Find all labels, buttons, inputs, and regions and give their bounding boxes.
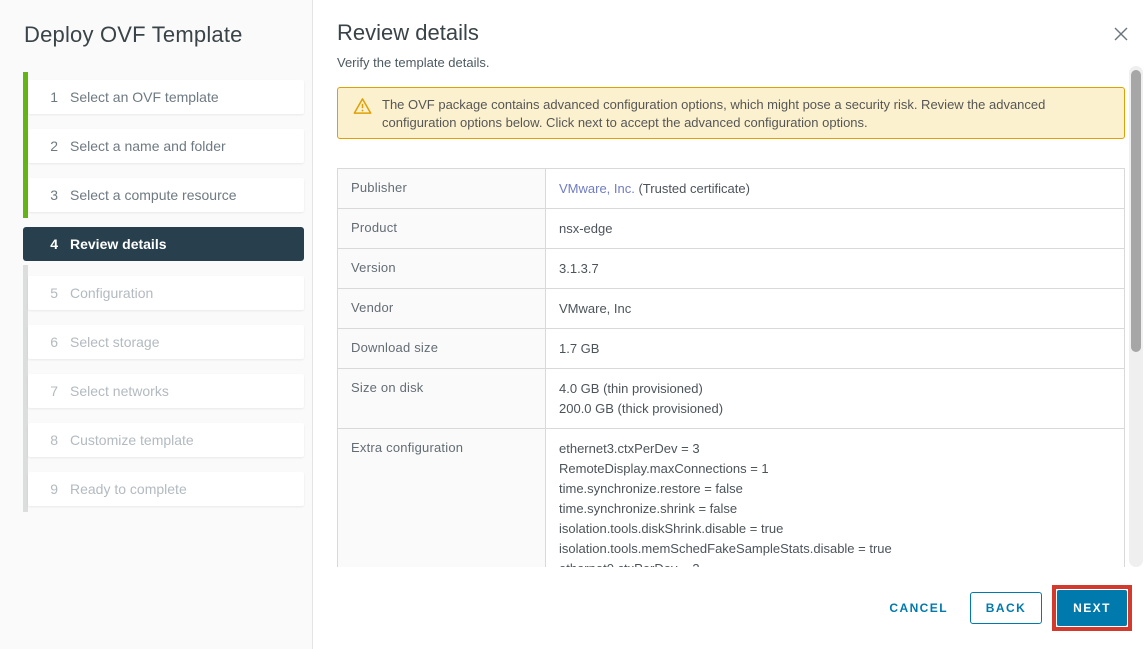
- dialog-title: Deploy OVF Template: [0, 0, 312, 48]
- wizard-step-4[interactable]: 4 Review details: [23, 227, 304, 261]
- page-title: Review details: [313, 0, 1147, 46]
- step-number: 9: [46, 481, 58, 497]
- step-label: Configuration: [70, 285, 153, 301]
- wizard-step-1[interactable]: 1 Select an OVF template: [28, 80, 304, 114]
- wizard-step-9: 9 Ready to complete: [28, 472, 304, 506]
- row-label: Size on disk: [338, 369, 546, 429]
- step-label: Select a compute resource: [70, 187, 237, 203]
- row-value: VMware, Inc. (Trusted certificate): [546, 169, 1125, 209]
- wizard-steps-sidebar: Deploy OVF Template 1 Select an OVF templ…: [0, 0, 313, 649]
- wizard-step-5: 5 Configuration: [28, 276, 304, 310]
- value-line: 200.0 GB (thick provisioned): [559, 399, 1114, 419]
- step-label: Customize template: [70, 432, 194, 448]
- scrollbar-track[interactable]: [1129, 66, 1143, 567]
- cancel-button[interactable]: CANCEL: [889, 601, 948, 615]
- row-label: Extra configuration: [338, 429, 546, 568]
- row-value: 4.0 GB (thin provisioned)200.0 GB (thick…: [546, 369, 1125, 429]
- value-line: VMware, Inc: [559, 299, 1114, 319]
- scrollbar-thumb[interactable]: [1131, 70, 1141, 352]
- value-line: nsx-edge: [559, 219, 1114, 239]
- steps-list: 1 Select an OVF template 2 Select a name an…: [23, 80, 304, 506]
- row-value: 1.7 GB: [546, 329, 1125, 369]
- wizard-step-2[interactable]: 2 Select a name and folder: [28, 129, 304, 163]
- row-value: nsx-edge: [546, 209, 1125, 249]
- table-row: Vendor VMware, Inc: [338, 289, 1125, 329]
- table-row: Download size 1.7 GB: [338, 329, 1125, 369]
- row-label: Version: [338, 249, 546, 289]
- table-row: PublisherVMware, Inc. (Trusted certifica…: [338, 169, 1125, 209]
- step-label: Select storage: [70, 334, 160, 350]
- wizard-content-panel: Review details Verify the template detai…: [313, 0, 1147, 649]
- wizard-footer: CANCEL BACK NEXT: [313, 567, 1147, 649]
- value-line: isolation.tools.memSchedFakeSampleStats.…: [559, 539, 1114, 559]
- warning-banner: The OVF package contains advanced config…: [337, 87, 1125, 139]
- table-row: Extra configurationethernet3.ctxPerDev =…: [338, 429, 1125, 568]
- warning-triangle-icon: [353, 97, 372, 120]
- step-label: Ready to complete: [70, 481, 187, 497]
- value-line: time.synchronize.restore = false: [559, 479, 1114, 499]
- row-label: Product: [338, 209, 546, 249]
- row-label: Vendor: [338, 289, 546, 329]
- step-label: Select a name and folder: [70, 138, 226, 154]
- next-button-highlight-box: NEXT: [1052, 585, 1132, 631]
- warning-text: The OVF package contains advanced config…: [382, 94, 1112, 132]
- close-icon[interactable]: [1113, 26, 1129, 42]
- row-value: ethernet3.ctxPerDev = 3RemoteDisplay.max…: [546, 429, 1125, 568]
- template-details-table: PublisherVMware, Inc. (Trusted certifica…: [337, 168, 1125, 567]
- value-line: 3.1.3.7: [559, 259, 1114, 279]
- step-label: Review details: [70, 236, 167, 252]
- row-label: Download size: [338, 329, 546, 369]
- wizard-step-3[interactable]: 3 Select a compute resource: [28, 178, 304, 212]
- step-number: 8: [46, 432, 58, 448]
- value-line: ethernet0.ctxPerDev = 3: [559, 559, 1114, 567]
- step-number: 7: [46, 383, 58, 399]
- value-line: 4.0 GB (thin provisioned): [559, 379, 1114, 399]
- step-label: Select an OVF template: [70, 89, 219, 105]
- back-button[interactable]: BACK: [970, 592, 1042, 624]
- step-number: 3: [46, 187, 58, 203]
- scroll-viewport: The OVF package contains advanced config…: [337, 66, 1125, 567]
- step-label: Select networks: [70, 383, 169, 399]
- table-row: Product nsx-edge: [338, 209, 1125, 249]
- row-value: 3.1.3.7: [546, 249, 1125, 289]
- deploy-ovf-template-dialog: Deploy OVF Template 1 Select an OVF templ…: [0, 0, 1147, 649]
- table-row: Version 3.1.3.7: [338, 249, 1125, 289]
- value-line: ethernet3.ctxPerDev = 3: [559, 439, 1114, 459]
- row-value: VMware, Inc: [546, 289, 1125, 329]
- step-number: 4: [46, 236, 58, 252]
- step-number: 2: [46, 138, 58, 154]
- publisher-link[interactable]: VMware, Inc.: [559, 181, 635, 196]
- publisher-certificate-note: (Trusted certificate): [635, 181, 750, 196]
- value-line: isolation.tools.diskShrink.disable = tru…: [559, 519, 1114, 539]
- wizard-step-8: 8 Customize template: [28, 423, 304, 457]
- table-row: Size on disk4.0 GB (thin provisioned)200…: [338, 369, 1125, 429]
- value-line: RemoteDisplay.maxConnections = 1: [559, 459, 1114, 479]
- wizard-step-7: 7 Select networks: [28, 374, 304, 408]
- step-number: 1: [46, 89, 58, 105]
- next-button[interactable]: NEXT: [1057, 590, 1127, 626]
- step-number: 6: [46, 334, 58, 350]
- value-line: time.synchronize.shrink = false: [559, 499, 1114, 519]
- step-number: 5: [46, 285, 58, 301]
- row-label: Publisher: [338, 169, 546, 209]
- wizard-step-6: 6 Select storage: [28, 325, 304, 359]
- value-line: 1.7 GB: [559, 339, 1114, 359]
